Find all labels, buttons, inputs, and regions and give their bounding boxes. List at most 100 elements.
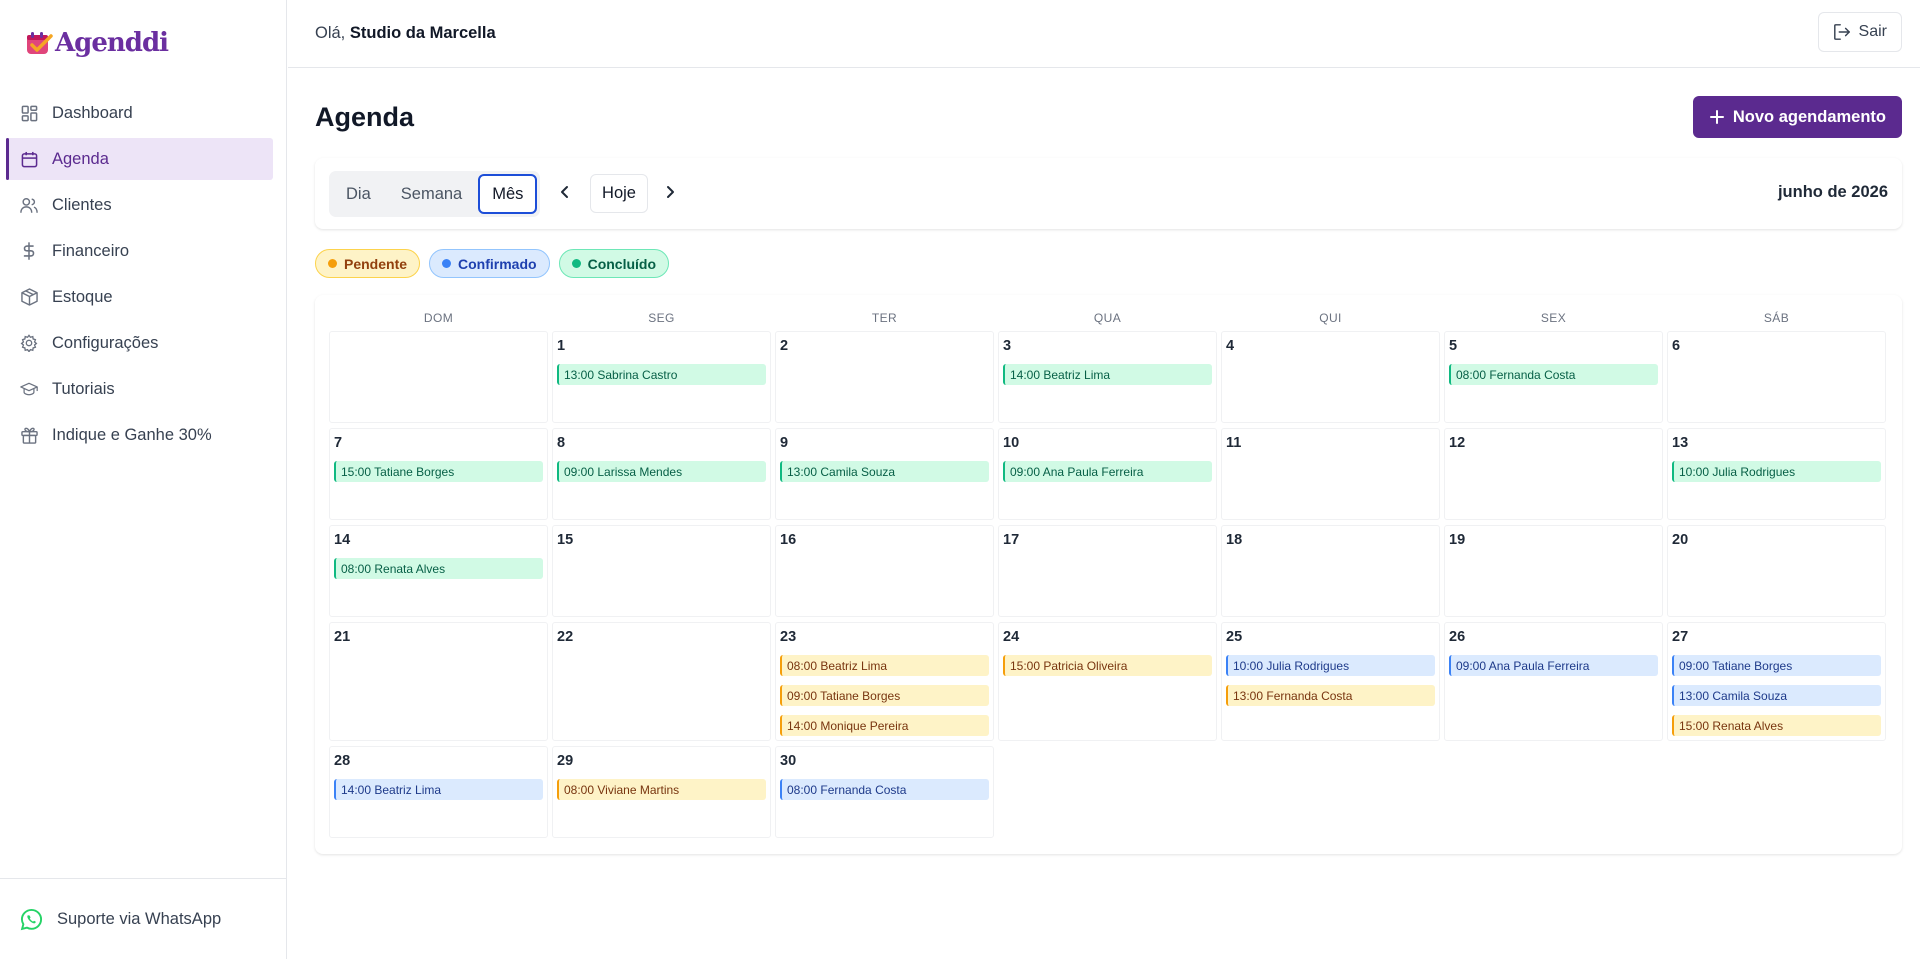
weekday-header: TER	[871, 311, 898, 325]
legend-concluido: Concluído	[558, 249, 670, 278]
sidebar-item-estoque[interactable]: Estoque	[6, 276, 273, 318]
sidebar-item-dashboard[interactable]: Dashboard	[6, 92, 273, 134]
appointment-event[interactable]: 15:00 Renata Alves	[1672, 715, 1881, 736]
legend-label: Pendente	[344, 255, 408, 272]
next-button[interactable]	[658, 180, 682, 204]
day-number: 8	[557, 435, 566, 451]
greeting: Olá, Studio da Marcella	[315, 24, 496, 43]
day-cell[interactable]: 2	[775, 331, 994, 423]
day-number: 10	[1003, 435, 1020, 451]
day-cell[interactable]: 9 13:00 Camila Souza	[775, 428, 994, 520]
day-cell[interactable]: 5 08:00 Fernanda Costa	[1444, 331, 1663, 423]
day-cell[interactable]: 11	[1221, 428, 1440, 520]
legend-label: Concluído	[587, 255, 657, 272]
day-cell[interactable]: 26 09:00 Ana Paula Ferreira	[1444, 622, 1663, 741]
view-month-button[interactable]: Mês	[478, 174, 538, 214]
users-icon	[20, 196, 38, 214]
day-number: 17	[1003, 532, 1020, 548]
appointment-event[interactable]: 09:00 Larissa Mendes	[557, 461, 766, 482]
appointment-event[interactable]: 09:00 Ana Paula Ferreira	[1003, 461, 1212, 482]
sidebar-item-label: Configurações	[52, 333, 159, 352]
today-button[interactable]: Hoje	[590, 174, 648, 213]
appointment-event[interactable]: 13:00 Fernanda Costa	[1226, 685, 1435, 706]
sidebar-item-agenda[interactable]: Agenda	[6, 138, 273, 180]
day-cell[interactable]: 22	[552, 622, 771, 741]
appointment-event[interactable]: 09:00 Tatiane Borges	[1672, 655, 1881, 676]
sidebar-item-label: Dashboard	[52, 103, 133, 122]
day-cell[interactable]: 19	[1444, 525, 1663, 617]
day-cell[interactable]: 13 10:00 Julia Rodrigues	[1667, 428, 1886, 520]
sidebar-item-clientes[interactable]: Clientes	[6, 184, 273, 226]
appointment-event[interactable]: 09:00 Ana Paula Ferreira	[1449, 655, 1658, 676]
day-cell[interactable]: 10 09:00 Ana Paula Ferreira	[998, 428, 1217, 520]
empty-day-cell	[329, 331, 548, 423]
calendar-toolbar: Dia Semana Mês Hoje junho de 2026	[315, 158, 1902, 229]
appointment-event[interactable]: 14:00 Monique Pereira	[780, 715, 989, 736]
logout-icon	[1833, 24, 1850, 40]
logout-button[interactable]: Sair	[1817, 12, 1902, 52]
day-number: 20	[1672, 532, 1689, 548]
appointment-event[interactable]: 08:00 Beatriz Lima	[780, 655, 989, 676]
whatsapp-support-link[interactable]: Suporte via WhatsApp	[0, 878, 287, 959]
appointment-event[interactable]: 14:00 Beatriz Lima	[334, 779, 543, 800]
sidebar-item-label: Financeiro	[52, 241, 130, 260]
day-cell[interactable]: 30 08:00 Fernanda Costa	[775, 746, 994, 838]
app-logo[interactable]: Agenddi	[25, 28, 169, 58]
whatsapp-support-label: Suporte via WhatsApp	[57, 909, 222, 928]
appointment-event[interactable]: 08:00 Renata Alves	[334, 558, 543, 579]
appointment-event[interactable]: 13:00 Camila Souza	[1672, 685, 1881, 706]
appointment-event[interactable]: 08:00 Viviane Martins	[557, 779, 766, 800]
view-week-button[interactable]: Semana	[387, 174, 476, 214]
day-cell[interactable]: 29 08:00 Viviane Martins	[552, 746, 771, 838]
appointment-event[interactable]: 10:00 Julia Rodrigues	[1226, 655, 1435, 676]
appointment-event[interactable]: 08:00 Fernanda Costa	[1449, 364, 1658, 385]
day-number: 22	[557, 629, 574, 645]
day-cell[interactable]: 20	[1667, 525, 1886, 617]
whatsapp-icon	[20, 908, 43, 931]
day-cell[interactable]: 23 08:00 Beatriz Lima 09:00 Tatiane Borges…	[775, 622, 994, 741]
sidebar-item-financeiro[interactable]: Financeiro	[6, 230, 273, 272]
appointment-event[interactable]: 13:00 Camila Souza	[780, 461, 989, 482]
day-cell[interactable]: 21	[329, 622, 548, 741]
day-number: 12	[1449, 435, 1466, 451]
sidebar-item-configuracoes[interactable]: Configurações	[6, 322, 273, 364]
day-cell[interactable]: 7 15:00 Tatiane Borges	[329, 428, 548, 520]
sidebar-item-label: Tutoriais	[52, 379, 115, 398]
day-number: 30	[780, 753, 797, 769]
day-cell[interactable]: 3 14:00 Beatriz Lima	[998, 331, 1217, 423]
day-cell[interactable]: 12	[1444, 428, 1663, 520]
previous-button[interactable]	[553, 180, 577, 204]
appointment-event[interactable]: 13:00 Sabrina Castro	[557, 364, 766, 385]
view-day-button[interactable]: Dia	[332, 174, 385, 214]
sidebar-item-tutoriais[interactable]: Tutoriais	[6, 368, 273, 410]
graduation-cap-icon	[20, 380, 38, 398]
day-cell[interactable]: 16	[775, 525, 994, 617]
day-cell[interactable]: 14 08:00 Renata Alves	[329, 525, 548, 617]
appointment-event[interactable]: 08:00 Fernanda Costa	[780, 779, 989, 800]
top-bar: Olá, Studio da Marcella Sair	[288, 0, 1920, 68]
day-cell[interactable]: 27 09:00 Tatiane Borges 13:00 Camila Souza…	[1667, 622, 1886, 741]
day-number: 25	[1226, 629, 1243, 645]
appointment-event[interactable]: 15:00 Patricia Oliveira	[1003, 655, 1212, 676]
day-cell[interactable]: 15	[552, 525, 771, 617]
sidebar-item-indique[interactable]: Indique e Ganhe 30%	[6, 414, 273, 456]
sidebar-item-label: Indique e Ganhe 30%	[52, 425, 212, 444]
new-appointment-button[interactable]: Novo agendamento	[1692, 96, 1902, 138]
day-cell[interactable]: 6	[1667, 331, 1886, 423]
day-cell[interactable]: 18	[1221, 525, 1440, 617]
day-cell[interactable]: 28 14:00 Beatriz Lima	[329, 746, 548, 838]
day-cell[interactable]: 4	[1221, 331, 1440, 423]
day-cell[interactable]: 1 13:00 Sabrina Castro	[552, 331, 771, 423]
sidebar-item-label: Clientes	[52, 195, 112, 214]
sidebar-item-label: Estoque	[52, 287, 113, 306]
appointment-event[interactable]: 10:00 Julia Rodrigues	[1672, 461, 1881, 482]
day-cell[interactable]: 24 15:00 Patricia Oliveira	[998, 622, 1217, 741]
logout-label: Sair	[1858, 23, 1887, 40]
day-cell[interactable]: 8 09:00 Larissa Mendes	[552, 428, 771, 520]
appointment-event[interactable]: 14:00 Beatriz Lima	[1003, 364, 1212, 385]
appointment-event[interactable]: 15:00 Tatiane Borges	[334, 461, 543, 482]
appointment-event[interactable]: 09:00 Tatiane Borges	[780, 685, 989, 706]
day-cell[interactable]: 25 10:00 Julia Rodrigues 13:00 Fernanda Co…	[1221, 622, 1440, 741]
day-number: 29	[557, 753, 574, 769]
day-cell[interactable]: 17	[998, 525, 1217, 617]
